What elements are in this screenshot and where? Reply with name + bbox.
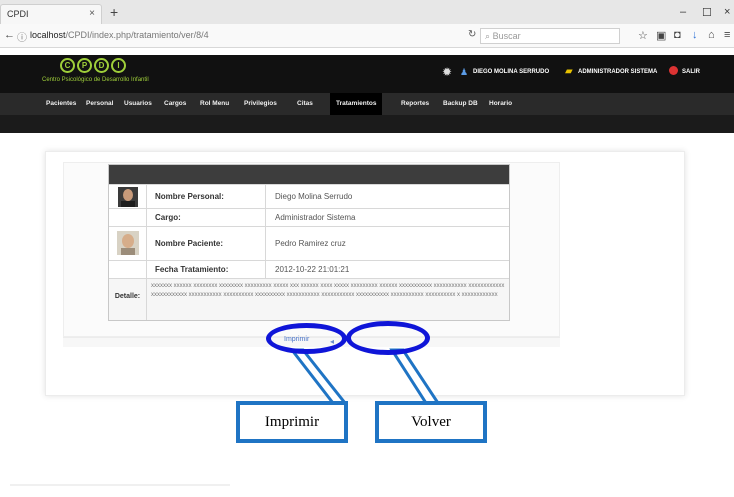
annotation-arrows: [288, 348, 441, 405]
print-arrow: [288, 348, 349, 405]
print-callout: Imprimir: [236, 401, 348, 443]
back-highlight-ellipse: [346, 321, 430, 355]
back-arrow: [389, 348, 441, 405]
print-highlight-ellipse: [266, 323, 347, 354]
back-callout: Volver: [375, 401, 487, 443]
